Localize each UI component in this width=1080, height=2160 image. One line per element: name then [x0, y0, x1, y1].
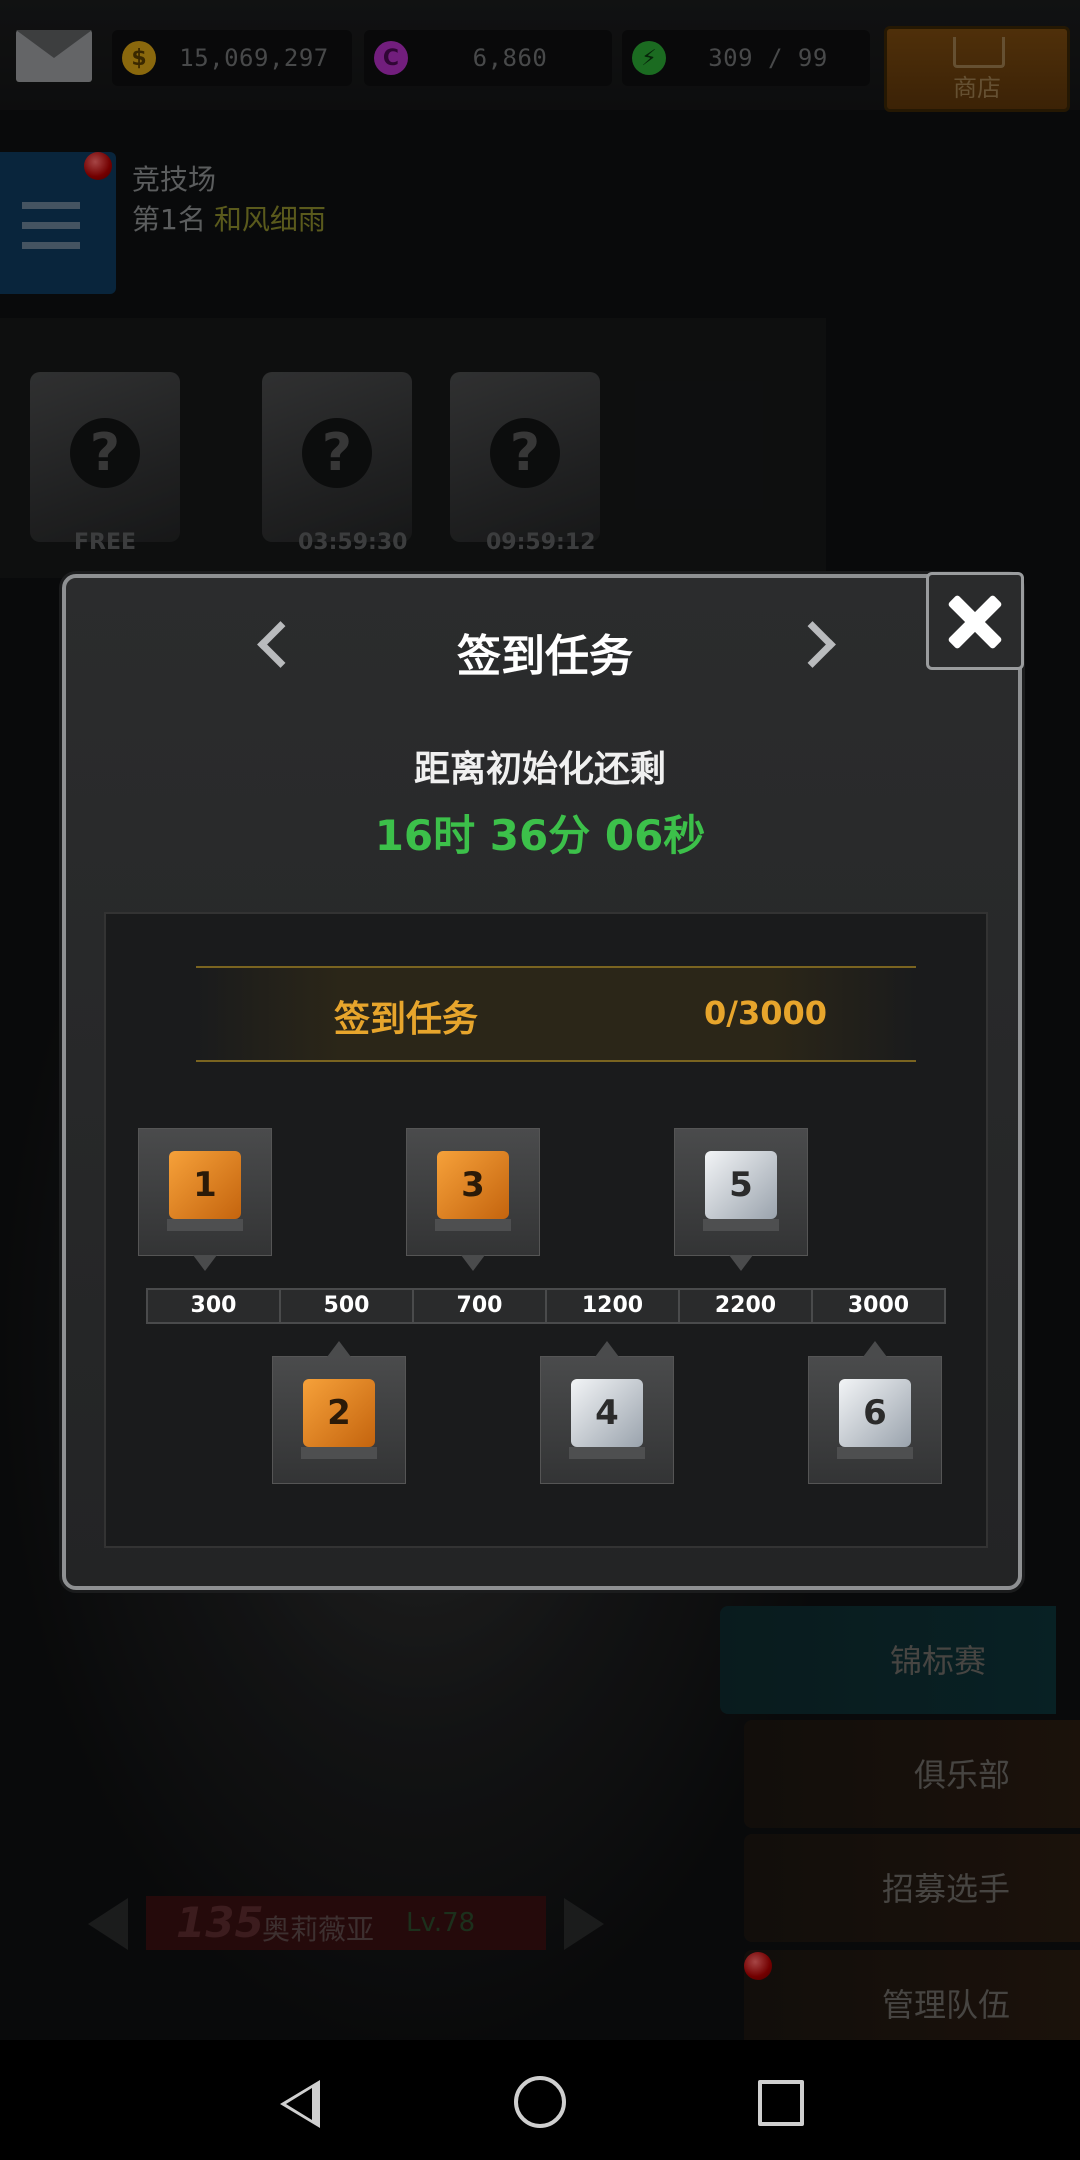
reward-box[interactable]: 4 [540, 1341, 674, 1484]
cube-base [435, 1219, 511, 1231]
reset-countdown: 16时 36分 06秒 [374, 811, 706, 860]
reward-cube-icon: 5 [703, 1151, 779, 1231]
milestone-track: 300 500 700 1200 2200 3000 [146, 1288, 946, 1324]
reward-rank: 2 [327, 1393, 351, 1433]
cube-base [569, 1447, 645, 1459]
cube-base [167, 1219, 243, 1231]
recent-apps-icon[interactable] [758, 2080, 804, 2126]
home-icon[interactable] [514, 2076, 566, 2128]
reward-box[interactable]: 2 [272, 1341, 406, 1484]
reward-rank: 6 [863, 1393, 887, 1433]
milestone-label: 300 [148, 1290, 281, 1322]
cube-base [703, 1219, 779, 1231]
close-icon[interactable] [926, 572, 1024, 670]
reward-rank: 1 [193, 1165, 217, 1205]
reward-cube-icon: 6 [837, 1379, 913, 1459]
milestone-label: 1200 [547, 1290, 680, 1322]
milestone-label: 700 [414, 1290, 547, 1322]
back-icon[interactable] [280, 2080, 320, 2128]
task-progress: 0/3000 [704, 994, 828, 1032]
reward-box[interactable]: 1 [138, 1128, 272, 1271]
reward-cube-icon: 2 [301, 1379, 377, 1459]
reward-box[interactable]: 6 [808, 1341, 942, 1484]
reward-rank: 3 [461, 1165, 485, 1205]
milestone-label: 2200 [680, 1290, 813, 1322]
reward-cube-icon: 1 [167, 1151, 243, 1231]
reward-rank: 5 [729, 1165, 753, 1205]
reset-label: 距离初始化还剩 [413, 749, 666, 790]
milestone-label: 3000 [847, 1293, 910, 1318]
reward-rank: 4 [595, 1393, 619, 1433]
milestone-label: 500 [281, 1290, 414, 1322]
reward-box[interactable]: 3 [406, 1128, 540, 1271]
cube-base [301, 1447, 377, 1459]
dialog-title: 签到任务 [457, 631, 633, 682]
cube-base [837, 1447, 913, 1459]
reward-cube-icon: 3 [435, 1151, 511, 1231]
banner-title: 签到任务 [334, 999, 479, 1040]
reward-cube-icon: 4 [569, 1379, 645, 1459]
reward-box[interactable]: 5 [674, 1128, 808, 1271]
